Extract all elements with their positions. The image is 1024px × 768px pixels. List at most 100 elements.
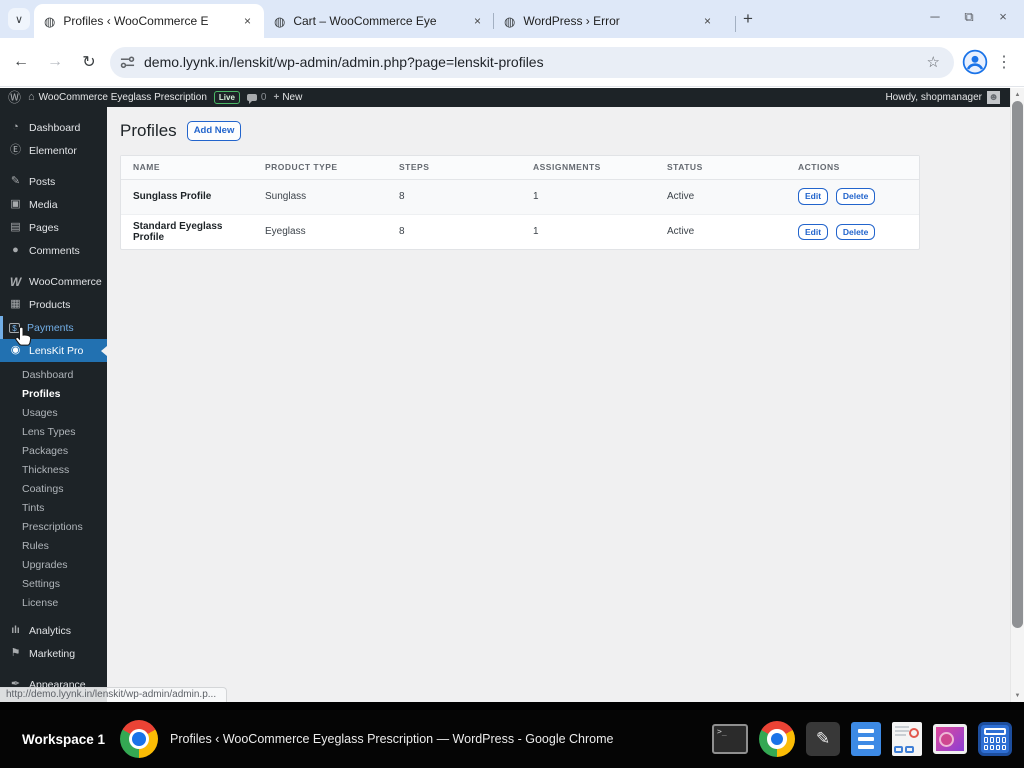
products-icon: ▦ [10, 298, 21, 310]
submenu-item-lens-types[interactable]: Lens Types [0, 423, 107, 442]
col-header-steps: STEPS [387, 156, 521, 180]
sidebar-label: Pages [29, 221, 59, 234]
wp-page: ◔ Dashboard Ⓔ Elementor ✎ Posts ▣ Media … [0, 107, 1010, 702]
minimize-button[interactable]: ─ [928, 9, 942, 25]
comment-bubble-icon [246, 94, 257, 104]
reload-button[interactable]: ↻ [76, 52, 102, 72]
submenu-item-usages[interactable]: Usages [0, 404, 107, 423]
submenu-item-settings[interactable]: Settings [0, 575, 107, 594]
sidebar-item-pages[interactable]: ▤ Pages [0, 216, 107, 239]
globe-favicon-icon: ◍ [44, 13, 56, 29]
tab-close-icon[interactable]: × [699, 13, 716, 30]
cell-status: Active [655, 179, 786, 215]
submenu-item-tints[interactable]: Tints [0, 499, 107, 518]
calculator-icon[interactable] [978, 722, 1012, 756]
new-content-button[interactable]: + New [273, 92, 302, 103]
scrollbar-thumb[interactable] [1012, 101, 1023, 628]
plus-icon: + [743, 9, 753, 28]
sidebar-item-posts[interactable]: ✎ Posts [0, 170, 107, 193]
my-account-link[interactable]: Howdy, shopmanager ☻ [885, 91, 1000, 104]
terminal-icon[interactable]: >_ [712, 724, 748, 754]
site-settings-icon[interactable] [120, 55, 135, 70]
scroll-up-icon[interactable]: ▲ [1011, 88, 1024, 101]
submenu-item-prescriptions[interactable]: Prescriptions [0, 518, 107, 537]
page-scrollbar[interactable]: ▲ ▼ [1010, 88, 1024, 702]
sidebar-item-media[interactable]: ▣ Media [0, 193, 107, 216]
sidebar-label: WooCommerce [29, 275, 102, 288]
tab-close-icon[interactable]: × [469, 13, 486, 30]
forward-button[interactable]: → [42, 53, 68, 71]
new-tab-button[interactable]: + [735, 7, 760, 32]
tab-close-icon[interactable]: × [239, 13, 256, 30]
sidebar-item-marketing[interactable]: ⚑ Marketing [0, 642, 107, 665]
posts-icon: ✎ [10, 175, 21, 187]
delete-button[interactable]: Delete [835, 223, 876, 240]
user-avatar: ☻ [987, 91, 1000, 104]
page-title: Profiles [120, 121, 177, 140]
delete-button[interactable]: Delete [835, 188, 876, 205]
cell-status: Active [667, 226, 695, 238]
cell-assignments: 1 [533, 226, 539, 238]
cell-profile-name: Standard Eyeglass Profile [133, 220, 223, 243]
tab-wordpress-error[interactable]: ◍ WordPress › Error × [493, 4, 724, 38]
submenu-item-upgrades[interactable]: Upgrades [0, 556, 107, 575]
scroll-down-icon[interactable]: ▼ [1011, 689, 1024, 702]
globe-favicon-icon: ◍ [504, 13, 516, 29]
window-controls: ─ ⧉ × [928, 9, 1010, 25]
sidebar-separator [0, 162, 107, 170]
wordpress-logo-icon[interactable]: Ⓦ [8, 91, 21, 104]
url-text[interactable]: demo.lyynk.in/lenskit/wp-admin/admin.php… [144, 54, 918, 70]
add-new-button[interactable]: Add New [186, 121, 242, 141]
comments-icon: ● [12, 244, 19, 256]
file-manager-icon[interactable] [851, 722, 881, 756]
sidebar-item-dashboard[interactable]: ◔ Dashboard [0, 116, 107, 139]
workspace-label[interactable]: Workspace 1 [22, 732, 105, 747]
back-button[interactable]: ← [8, 53, 34, 71]
sidebar-item-analytics[interactable]: ılı Analytics [0, 619, 107, 642]
submenu-item-rules[interactable]: Rules [0, 537, 107, 556]
col-header-status: STATUS [655, 156, 786, 180]
comments-link[interactable]: 0 [246, 92, 267, 104]
profiles-table: NAME PRODUCT TYPE STEPS ASSIGNMENTS STAT… [121, 156, 919, 249]
chrome-window-icon[interactable] [120, 720, 159, 758]
chrome-icon[interactable] [759, 721, 795, 757]
edit-button[interactable]: Edit [798, 223, 829, 240]
bookmark-star-icon[interactable]: ☆ [927, 53, 940, 71]
sidebar-item-elementor[interactable]: Ⓔ Elementor [0, 139, 107, 162]
restore-button[interactable]: ⧉ [962, 9, 976, 25]
analytics-icon: ılı [11, 624, 20, 636]
col-header-assignments: ASSIGNMENTS [521, 156, 655, 180]
chrome-menu-icon[interactable]: ⋮ [996, 52, 1012, 72]
taskbar-window-title[interactable]: Profiles ‹ WooCommerce Eyeglass Prescrip… [170, 732, 712, 746]
table-row: Sunglass Profile Sunglass 8 1 Active Edi… [121, 179, 919, 215]
text-editor-icon[interactable]: ✎ [806, 722, 840, 756]
tab-cart[interactable]: ◍ Cart – WooCommerce Eye × [264, 4, 494, 38]
address-bar[interactable]: demo.lyynk.in/lenskit/wp-admin/admin.php… [110, 46, 954, 78]
profiles-table-card: NAME PRODUCT TYPE STEPS ASSIGNMENTS STAT… [120, 155, 920, 250]
profile-avatar-icon[interactable] [962, 49, 988, 75]
sidebar-item-products[interactable]: ▦ Products [0, 293, 107, 316]
submenu-item-packages[interactable]: Packages [0, 442, 107, 461]
new-label: New [282, 92, 303, 103]
submenu-item-dashboard[interactable]: Dashboard [0, 366, 107, 385]
edit-button[interactable]: Edit [798, 188, 829, 205]
tab-search-button[interactable]: ∨ [8, 8, 30, 30]
submenu-item-profiles[interactable]: Profiles [0, 385, 107, 404]
sidebar-label: Comments [29, 244, 80, 257]
cell-product-type: Sunglass [253, 179, 387, 215]
submenu-item-thickness[interactable]: Thickness [0, 461, 107, 480]
main-content: Profiles Add New NAME PRODUCT TYPE STEPS… [107, 107, 1010, 702]
elementor-icon: Ⓔ [10, 144, 21, 156]
comments-count: 0 [260, 92, 267, 103]
submenu-item-license[interactable]: License [0, 594, 107, 613]
site-name-link[interactable]: ⌂ WooCommerce Eyeglass Prescription [28, 92, 207, 104]
tab-profiles[interactable]: ◍ Profiles ‹ WooCommerce E × [34, 4, 264, 38]
close-window-button[interactable]: × [996, 9, 1010, 25]
sidebar-item-comments[interactable]: ● Comments [0, 239, 107, 262]
cell-actions: Edit Delete [786, 214, 919, 249]
submenu-item-coatings[interactable]: Coatings [0, 480, 107, 499]
woocommerce-icon: W [9, 274, 22, 289]
document-viewer-icon[interactable] [892, 722, 922, 756]
image-viewer-icon[interactable] [933, 724, 967, 754]
sidebar-item-woocommerce[interactable]: W WooCommerce [0, 270, 107, 293]
